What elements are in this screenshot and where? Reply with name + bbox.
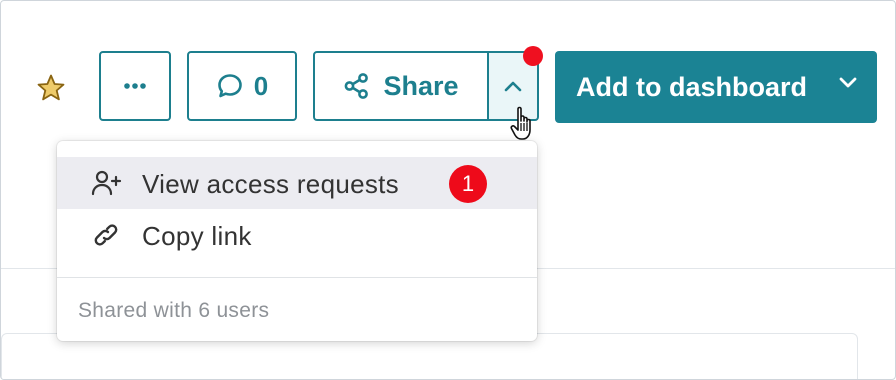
notification-dot — [523, 46, 543, 66]
add-to-dashboard-label: Add to dashboard — [576, 71, 807, 102]
comments-count: 0 — [253, 70, 269, 101]
favorite-button[interactable] — [36, 73, 66, 103]
link-icon — [94, 224, 118, 246]
menu-item-label: View access requests — [142, 169, 399, 199]
comments-button[interactable]: 0 — [187, 51, 297, 121]
share-button[interactable]: Share — [313, 51, 489, 121]
chevron-up-icon — [504, 81, 522, 92]
chevron-down-icon — [839, 77, 857, 88]
menu-divider — [57, 277, 537, 278]
menu-item-view-access-requests[interactable]: View access requests 1 — [57, 157, 537, 209]
share-label: Share — [383, 70, 459, 101]
share-icon — [345, 73, 369, 99]
more-options-button[interactable] — [99, 51, 171, 121]
ellipsis-icon — [124, 83, 146, 89]
comment-icon — [217, 74, 242, 98]
shared-with-text: Shared with 6 users — [78, 299, 270, 322]
menu-item-label: Copy link — [142, 221, 252, 251]
page-frame: 0 Share Add to dashboard View access req… — [0, 0, 896, 380]
share-dropdown-menu: View access requests 1 Copy link Shared … — [57, 141, 537, 341]
menu-item-copy-link[interactable]: Copy link — [57, 209, 537, 261]
access-requests-badge: 1 — [449, 165, 487, 203]
user-plus-icon — [91, 170, 122, 196]
star-icon — [37, 74, 65, 101]
hand-cursor-icon — [510, 106, 531, 140]
add-to-dashboard-button[interactable]: Add to dashboard — [555, 51, 877, 123]
